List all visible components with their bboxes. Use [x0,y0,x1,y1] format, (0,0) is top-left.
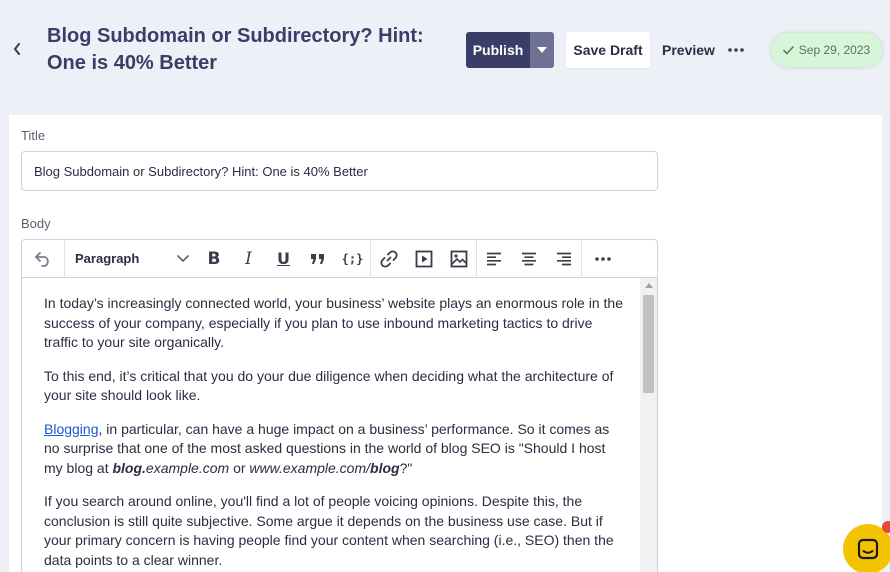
paragraph: In today’s increasingly connected world,… [44,295,623,350]
more-tools-button[interactable] [582,240,624,278]
bold-icon: B [207,248,221,269]
undo-icon [35,251,49,267]
align-right-button[interactable] [546,240,581,278]
code-block-button[interactable]: {;} [335,240,370,278]
align-center-icon [521,252,536,265]
bold-italic-text: blog [370,459,400,476]
italic-button[interactable]: I [231,240,266,278]
publish-button-group: Publish [466,32,554,68]
publish-options-button[interactable] [530,32,554,68]
top-bar: Blog Subdomain or Subdirectory? Hint: On… [0,0,890,115]
italic-icon: I [245,248,252,269]
more-options-button[interactable] [727,40,745,60]
editor-scrollbar[interactable] [640,278,657,572]
insert-link-button[interactable] [371,240,406,278]
italic-text: www.example.com/ [249,459,371,476]
block-style-select[interactable]: Paragraph [65,240,197,278]
triangle-up-icon [644,283,653,288]
align-left-icon [487,252,501,265]
publish-button[interactable]: Publish [466,32,530,68]
title-label: Title [21,128,46,143]
block-style-value: Paragraph [75,251,140,266]
align-right-icon [556,252,571,265]
paragraph: If you search around online, you'll find… [44,493,614,568]
italic-text: example.com [145,459,230,476]
paragraph: To this end, it’s critical that you do y… [44,367,614,404]
link-icon [379,249,398,268]
underline-button[interactable]: U [266,240,301,278]
blockquote-button[interactable] [301,240,335,278]
body-content[interactable]: In today’s increasingly connected world,… [44,294,624,572]
body-label: Body [21,216,51,231]
more-horizontal-icon [728,48,744,52]
scrollbar-thumb[interactable] [643,295,654,393]
bold-button[interactable]: B [197,240,231,278]
back-button[interactable] [8,38,26,60]
paragraph-text: or [229,459,250,476]
scroll-up-button[interactable] [640,278,657,293]
chat-icon [857,538,879,560]
caret-down-icon [537,47,547,53]
align-center-button[interactable] [511,240,546,278]
video-icon [415,250,432,267]
underline-icon: U [277,249,290,268]
check-icon [782,45,794,55]
image-icon [450,250,467,267]
paragraph: Blogging, in particular, can have a huge… [44,420,624,479]
undo-button[interactable] [22,240,64,278]
insert-video-button[interactable] [406,240,441,278]
insert-image-button[interactable] [441,240,476,278]
page-title: Blog Subdomain or Subdirectory? Hint: On… [47,25,424,74]
saved-date-badge: Sep 29, 2023 [771,33,882,67]
paragraph-text: ?" [399,459,413,476]
chevron-down-icon [177,254,189,262]
blogging-link[interactable]: Blogging [44,421,99,437]
notification-dot [882,521,890,533]
more-horizontal-icon [595,256,611,261]
title-input[interactable] [21,151,658,191]
quote-icon [311,253,324,264]
bold-italic-text: blog. [112,459,146,476]
chevron-left-icon [13,43,20,55]
preview-button[interactable]: Preview [662,32,715,68]
body-editor: Paragraph B I U {;} In today’s increasin… [21,239,658,572]
editor-toolbar: Paragraph B I U {;} [22,239,657,278]
saved-date-text: Sep 29, 2023 [798,43,871,57]
align-left-button[interactable] [477,240,511,278]
code-icon: {;} [341,251,364,266]
save-draft-button[interactable]: Save Draft [566,32,650,68]
